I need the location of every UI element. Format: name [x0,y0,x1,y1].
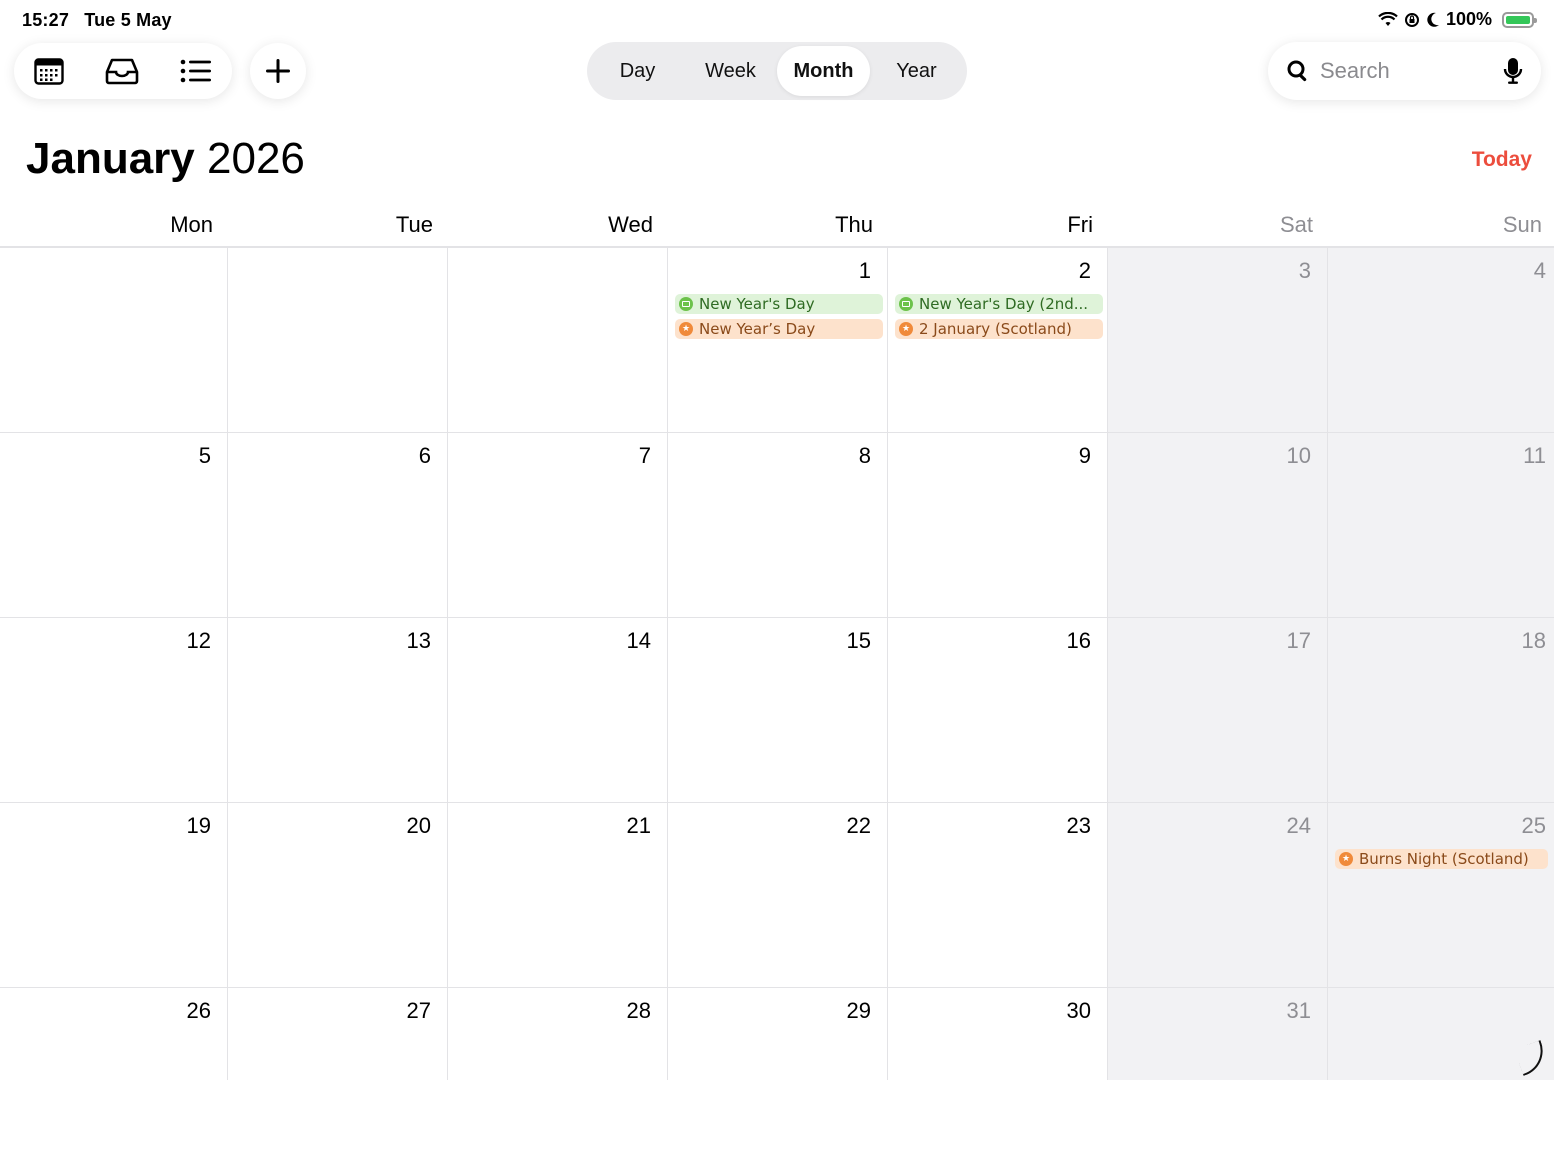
event-title: 2 January (Scotland) [919,320,1072,338]
view-tab-week[interactable]: Week [684,46,777,96]
search-icon [1286,59,1310,83]
day-number: 9 [1078,443,1091,468]
status-time: 15:27 [22,10,70,30]
day-number: 25 [1521,813,1546,838]
day-number: 31 [1286,998,1311,1023]
day-number: 28 [626,998,651,1023]
day-number: 2 [1078,258,1091,283]
add-event-button[interactable] [250,43,306,99]
status-date: Tue 5 May [84,10,172,30]
battery-percent: 100% [1445,9,1492,29]
microphone-icon[interactable] [1503,57,1523,85]
day-number: 17 [1286,628,1311,653]
weekday-fri: Fri [1067,212,1093,237]
event-title: New Year's Day [699,295,815,313]
day-number: 1 [858,258,871,283]
moon-icon [1426,12,1440,28]
day-number: 21 [626,813,651,838]
battery-icon [1502,11,1537,28]
plus-icon [264,57,292,85]
day-cell[interactable] [1327,988,1554,1173]
day-number: 7 [638,443,651,468]
day-cell[interactable] [227,248,447,433]
view-tab-day[interactable]: Day [591,46,684,96]
day-number: 29 [846,998,871,1023]
day-number: 3 [1298,258,1311,283]
day-number: 8 [858,443,871,468]
status-bar-left: 15:27 Tue 5 May [22,10,182,31]
weekday-mon: Mon [170,212,213,237]
view-tab-year[interactable]: Year [870,46,963,96]
calendar-event[interactable]: New Year's Day (2nd... [895,294,1103,314]
holiday-calendar-icon [679,297,693,311]
day-number: 10 [1286,443,1311,468]
day-cell[interactable] [0,248,227,433]
day-number: 15 [846,628,871,653]
view-mode-segmented-control: Day Week Month Year [587,42,967,100]
star-badge-icon: ★ [1339,852,1353,866]
weekday-sat: Sat [1279,212,1313,237]
day-number: 16 [1066,628,1091,653]
title-month: January [26,134,195,183]
page-title: January 2026 [26,134,305,184]
day-number: 20 [406,813,431,838]
day-number: 18 [1521,628,1546,653]
inbox-tray-icon[interactable] [104,57,140,85]
day-number: 30 [1066,998,1091,1023]
event-title: New Year's Day (2nd... [919,295,1089,313]
day-number: 26 [186,998,211,1023]
weekday-wed: Wed [608,212,653,237]
day-number: 5 [198,443,211,468]
weekday-header: Mon Tue Wed Thu Fri Sat Sun [0,200,1554,246]
calendar-event[interactable]: New Year's Day [675,294,883,314]
day-number: 12 [186,628,211,653]
title-year: 2026 [207,134,305,183]
star-badge-icon: ★ [679,322,693,336]
wifi-icon [1378,11,1398,28]
calendar-grid-icon[interactable] [34,57,64,85]
status-bar-right: 100% [1378,9,1537,30]
weekday-sun: Sun [1502,212,1542,237]
day-number: 24 [1286,813,1311,838]
day-number: 27 [406,998,431,1023]
day-number: 23 [1066,813,1091,838]
day-number: 13 [406,628,431,653]
weekday-tue: Tue [395,212,433,237]
calendar-event[interactable]: ★ 2 January (Scotland) [895,319,1103,339]
holiday-calendar-icon [899,297,913,311]
month-grid: 1 2 3 4 5 6 7 8 9 10 11 12 13 14 15 16 17 18 19 20 21 22 23 24 2… [0,248,1554,1080]
day-number: 4 [1533,258,1546,283]
day-number: 14 [626,628,651,653]
calendar-event[interactable]: ★ New Year’s Day [675,319,883,339]
day-number: 19 [186,813,211,838]
event-title: New Year’s Day [699,320,816,338]
search-placeholder: Search [1320,58,1390,83]
day-number: 22 [846,813,871,838]
weekday-thu: Thu [835,212,873,237]
view-tab-month[interactable]: Month [777,46,870,96]
day-cell[interactable] [447,248,667,433]
calendar-event[interactable]: ★ Burns Night (Scotland) [1335,849,1548,869]
day-number: 6 [418,443,431,468]
event-title: Burns Night (Scotland) [1359,850,1529,868]
rotation-lock-icon [1404,12,1420,28]
day-number: 11 [1523,443,1546,468]
star-badge-icon: ★ [899,322,913,336]
today-button[interactable]: Today [1472,148,1532,172]
list-icon[interactable] [180,58,212,84]
toolbar-group [14,43,232,99]
search-field[interactable]: Search [1268,42,1541,100]
